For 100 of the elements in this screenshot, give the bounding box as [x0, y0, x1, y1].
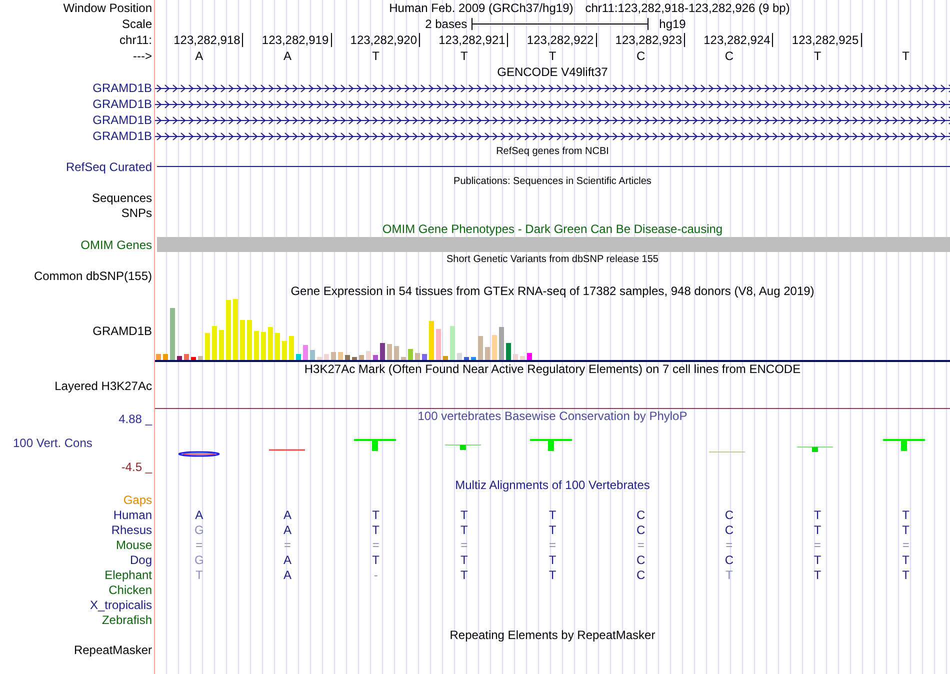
base-letter: =: [460, 538, 468, 552]
gene-model-drawing[interactable]: [155, 132, 950, 140]
track-label: RefSeq Curated: [66, 160, 152, 174]
base-letter: T: [902, 568, 910, 582]
track-title: RefSeq genes from NCBI: [495, 144, 610, 158]
axis-max-label: 4.88 _: [118, 412, 152, 426]
base-letter: C: [636, 49, 646, 63]
coordinate-label: 123,282,920: [350, 33, 417, 47]
base-letter: C: [724, 552, 734, 566]
track-label: Common dbSNP(155): [34, 268, 152, 282]
conservation-mark: [269, 449, 305, 451]
row-label: Window Position: [63, 1, 152, 15]
base-letter: C: [636, 552, 646, 566]
base-letter: T: [460, 49, 468, 63]
base-letter: T: [902, 508, 910, 522]
base-letter: =: [548, 538, 556, 552]
base-letter: T: [460, 522, 468, 536]
conservation-mark: [796, 446, 834, 452]
base-letter: -: [374, 568, 378, 582]
conservation-mark: [178, 451, 220, 457]
base-letter: T: [902, 552, 910, 566]
track-title: GENCODE V49lift37: [496, 65, 609, 79]
conservation-mark: [354, 439, 396, 451]
track-label: Dog: [130, 552, 152, 566]
track-label: RepeatMasker: [74, 643, 152, 657]
track-label: Chicken: [108, 582, 152, 596]
row-label: Scale: [122, 17, 152, 31]
track-label: GRAMD1B: [92, 81, 152, 95]
track-label: Human: [113, 508, 152, 522]
coordinate-label: 123,282,919: [262, 33, 329, 47]
track-label: 100 Vert. Cons: [13, 436, 92, 450]
base-letter: T: [460, 508, 468, 522]
track-label: Zebrafish: [102, 612, 152, 626]
base-letter: T: [372, 552, 380, 566]
track-label: X_tropicalis: [90, 598, 152, 612]
base-letter: T: [460, 568, 468, 582]
base-letter: C: [724, 508, 734, 522]
base-letter: =: [284, 538, 291, 552]
coordinate-label: 123,282,923: [615, 33, 682, 47]
base-letter: T: [902, 522, 910, 536]
track-label: GRAMD1B: [92, 324, 152, 338]
base-letter: =: [726, 538, 733, 552]
track-label: Elephant: [104, 568, 152, 582]
base-letter: C: [636, 522, 646, 536]
base-letter: =: [372, 538, 380, 552]
track-label: Rhesus: [111, 522, 152, 536]
base-letter: =: [637, 538, 644, 552]
gene-model-drawing[interactable]: [155, 116, 950, 124]
track-title: Multiz Alignments of 100 Vertebrates: [454, 478, 651, 492]
track-title: H3K27Ac Mark (Often Found Near Active Regulatory Elements) on 7 cell lines from ENCODE: [303, 362, 802, 376]
coordinate-label: 123,282,921: [438, 33, 506, 47]
row-label: --->: [133, 49, 152, 63]
base-letter: T: [814, 49, 822, 63]
track-label: Gaps: [123, 492, 152, 506]
base-letter: A: [283, 568, 292, 582]
track-label: GRAMD1B: [92, 129, 152, 143]
base-letter: G: [194, 552, 204, 566]
position-label: chr11:123,282,918-123,282,926 (9 bp): [585, 1, 790, 15]
base-letter: C: [636, 508, 646, 522]
base-letter: A: [283, 49, 292, 63]
assembly-label: hg19: [659, 17, 686, 31]
gene-model-drawing[interactable]: [155, 100, 950, 108]
base-letter: T: [902, 49, 910, 63]
coordinate-label: 123,282,922: [526, 33, 594, 47]
base-letter: C: [636, 568, 646, 582]
base-letter: C: [724, 522, 734, 536]
conservation-mark: [883, 439, 925, 451]
base-letter: T: [814, 568, 822, 582]
track-label: GRAMD1B: [92, 113, 152, 127]
axis-min-label: -4.5 _: [121, 460, 152, 474]
base-letter: C: [724, 49, 734, 63]
base-letter: A: [195, 508, 204, 522]
base-letter: T: [372, 508, 380, 522]
base-letter: T: [460, 552, 468, 566]
base-letter: =: [196, 538, 203, 552]
row-label: chr11:: [120, 33, 152, 47]
base-letter: =: [814, 538, 821, 552]
base-letter: T: [548, 508, 556, 522]
track-title: 100 vertebrates Basewise Conservation by PhyloP: [416, 409, 688, 423]
base-letter: A: [283, 508, 292, 522]
base-letter: A: [195, 49, 204, 63]
track-label: GRAMD1B: [92, 97, 152, 111]
scale-label: 2 bases: [425, 17, 468, 31]
base-letter: T: [814, 522, 822, 536]
coordinate-label: 123,282,924: [704, 33, 770, 47]
gene-model-drawing[interactable]: [155, 84, 950, 92]
assembly-label: Human Feb. 2009 (GRCh37/hg19): [389, 1, 574, 15]
base-letter: A: [283, 522, 292, 536]
conservation-mark: [530, 439, 572, 451]
base-letter: T: [548, 568, 556, 582]
base-letter: T: [195, 568, 203, 582]
base-letter: T: [814, 552, 822, 566]
conservation-mark: [444, 444, 482, 450]
track-label: SNPs: [121, 206, 152, 220]
track-title: Repeating Elements by RepeatMasker: [448, 628, 656, 642]
base-letter: G: [194, 522, 204, 536]
track-title: Short Genetic Variants from dbSNP release 155: [446, 253, 660, 267]
track-label: OMIM Genes: [80, 238, 152, 252]
base-letter: T: [725, 568, 733, 582]
base-letter: T: [548, 522, 556, 536]
